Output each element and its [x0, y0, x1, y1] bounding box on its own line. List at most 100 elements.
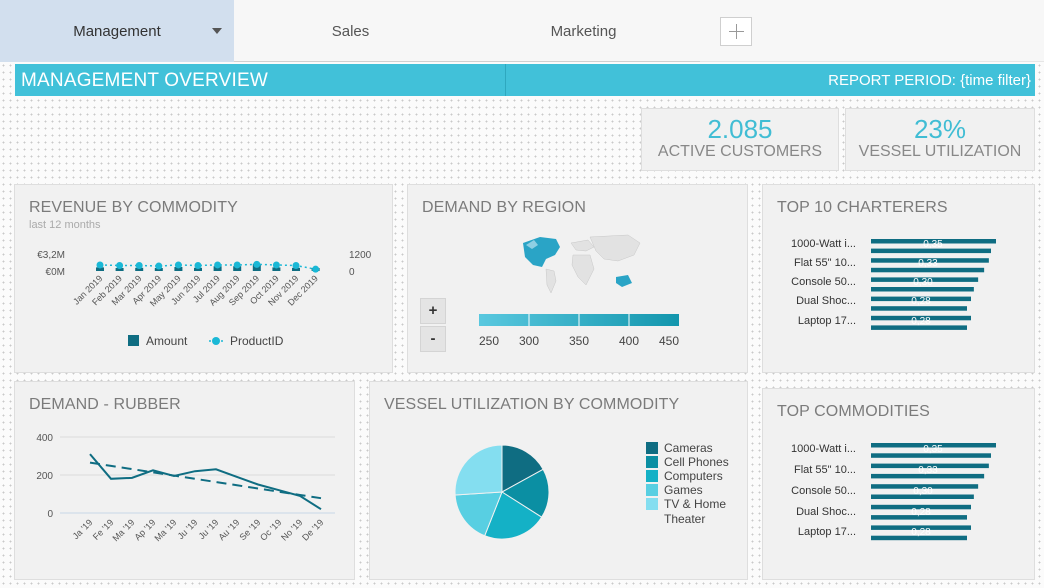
- kpi-vessel-utilization[interactable]: 23% VESSEL UTILIZATION: [845, 108, 1035, 171]
- legend-label: ProductID: [230, 334, 284, 348]
- x-tick-label: Au '19: [216, 517, 241, 542]
- tab-sales[interactable]: Sales: [234, 0, 467, 62]
- legend-swatch: [646, 498, 658, 510]
- bar-value-label: 0,30: [913, 277, 933, 288]
- pie-slice: [454, 444, 503, 496]
- x-tick-label: Ja '19: [71, 517, 95, 541]
- category-label: 1000-Watt i...: [791, 238, 856, 250]
- category-label: 1000-Watt i...: [791, 443, 856, 455]
- legend-swatch: [646, 470, 658, 482]
- kpi-active-customers[interactable]: 2.085 ACTIVE CUSTOMERS: [641, 108, 839, 171]
- point-productid: [233, 261, 241, 269]
- kpi-label: ACTIVE CUSTOMERS: [657, 143, 823, 160]
- legend-label: Cell Phones: [664, 455, 729, 469]
- line-productid: [99, 263, 316, 270]
- point-productid: [194, 262, 202, 269]
- bar-value-label: 0,35: [923, 444, 943, 455]
- line-series-trend: [89, 461, 322, 500]
- charterers-bar-chart: 1000-Watt i... Flat 55" 10... Console 50…: [791, 238, 996, 330]
- x-tick-label: Ma '19: [110, 517, 136, 543]
- legend-swatch: [646, 442, 658, 454]
- point-productid: [116, 262, 124, 269]
- x-tick-label: Se '19: [237, 517, 262, 542]
- y-tick: 0: [47, 509, 53, 520]
- revenue-by-commodity-panel[interactable]: REVENUE BY COMMODITY last 12 months €3,2…: [14, 184, 393, 373]
- rubber-line-chart: 400 200 0 Ja '19Fe '19Ma '19Ap '19Ma '19…: [36, 433, 335, 543]
- x-tick-label: Ju '19: [197, 517, 221, 541]
- y-right-tick: 0: [349, 267, 355, 278]
- legend-item: Games: [646, 483, 703, 497]
- bar-value-label: 0,28: [911, 507, 931, 518]
- scale-label: 450: [659, 334, 679, 348]
- dashboard-tab-bar: Management Sales Marketing: [0, 0, 1044, 63]
- kpi-value: 2.085: [707, 114, 773, 144]
- bar-value-label: 0,33: [918, 258, 938, 269]
- line-series-actual: [89, 453, 322, 511]
- bar-value-label: 0,28: [911, 296, 931, 307]
- category-label: Dual Shoc...: [796, 295, 856, 307]
- y-left-tick: €3,2M: [37, 250, 65, 261]
- category-label: Laptop 17...: [798, 526, 856, 538]
- category-label: Console 50...: [791, 485, 856, 497]
- legend-swatch-amount: [128, 335, 139, 346]
- scale-label: 400: [619, 334, 639, 348]
- point-productid: [214, 261, 222, 269]
- category-label: Flat 55" 10...: [794, 257, 856, 269]
- commodities-bar-chart: 1000-Watt i... Flat 55" 10... Console 50…: [791, 443, 996, 541]
- scale-label: 300: [519, 334, 539, 348]
- x-tick-label: Ju '19: [176, 517, 200, 541]
- x-tick-label: De '19: [300, 517, 325, 542]
- tab-marketing-label: Marketing: [550, 22, 617, 40]
- tab-management[interactable]: Management: [0, 0, 234, 62]
- top-commodities-panel[interactable]: TOP COMMODITIES 1000-Watt i... Flat 55" …: [762, 388, 1035, 580]
- legend-item: Computers: [646, 469, 723, 483]
- category-label: Dual Shoc...: [796, 506, 856, 518]
- scale-label: 250: [479, 334, 499, 348]
- add-tab-button[interactable]: [720, 17, 752, 46]
- point-productid: [135, 262, 143, 269]
- legend-label: Computers: [664, 469, 723, 483]
- legend-label: Amount: [146, 334, 188, 348]
- x-tick-label: Oc '19: [258, 517, 283, 542]
- y-left-tick: €0M: [46, 267, 65, 278]
- legend-item: Cameras: [646, 441, 713, 455]
- kpi-label: VESSEL UTILIZATION: [858, 143, 1022, 160]
- point-productid: [272, 261, 280, 269]
- point-productid: [312, 265, 320, 273]
- overview-header: MANAGEMENT OVERVIEW REPORT PERIOD: {time…: [15, 64, 1035, 96]
- x-tick-label: Ma '19: [152, 517, 178, 543]
- revenue-chart: €3,2M €0M 1200 0 Jan 2019Feb 2019Mar 201…: [37, 250, 372, 348]
- legend-label: Cameras: [664, 441, 713, 455]
- category-label: Console 50...: [791, 276, 856, 288]
- category-label: Laptop 17...: [798, 315, 856, 327]
- tab-sales-label: Sales: [331, 22, 370, 40]
- legend-item: TV & Home: [646, 497, 726, 511]
- legend-label: Games: [664, 483, 703, 497]
- report-period[interactable]: REPORT PERIOD: {time filter}: [828, 72, 1031, 89]
- y-tick: 400: [36, 433, 53, 444]
- legend-swatch: [646, 484, 658, 496]
- legend-swatch: [646, 456, 658, 468]
- chevron-down-icon[interactable]: [212, 28, 222, 34]
- demand-by-region-panel[interactable]: DEMAND BY REGION + - 250 300 350 400 450: [407, 184, 748, 373]
- demand-rubber-panel[interactable]: DEMAND - RUBBER 400 200 0 Ja '19 Fe '19 Ma…: [14, 381, 355, 580]
- vessel-utilization-panel[interactable]: VESSEL UTILIZATION BY COMMODITY Cameras …: [369, 381, 748, 580]
- point-productid: [155, 262, 163, 270]
- tab-marketing[interactable]: Marketing: [467, 0, 700, 62]
- y-right-tick: 1200: [349, 250, 372, 261]
- tab-management-label: Management: [73, 22, 161, 40]
- point-productid: [174, 261, 182, 269]
- legend-item-continued: Theater: [664, 512, 705, 526]
- point-productid: [292, 262, 300, 269]
- bar-value-label: 0,35: [923, 239, 943, 250]
- legend-dot-productid: [212, 337, 220, 345]
- y-tick: 200: [36, 471, 53, 482]
- top-charterers-panel[interactable]: TOP 10 CHARTERERS 1000-Watt i... Flat 55…: [762, 184, 1035, 373]
- bar-value-label: 0,30: [913, 486, 933, 497]
- legend-label: Theater: [664, 512, 706, 526]
- legend-item: Cell Phones: [646, 455, 729, 469]
- page-title: MANAGEMENT OVERVIEW: [21, 70, 268, 91]
- color-scale: 250 300 350 400 450: [479, 314, 679, 348]
- scale-label: 350: [569, 334, 589, 348]
- point-productid: [253, 260, 261, 268]
